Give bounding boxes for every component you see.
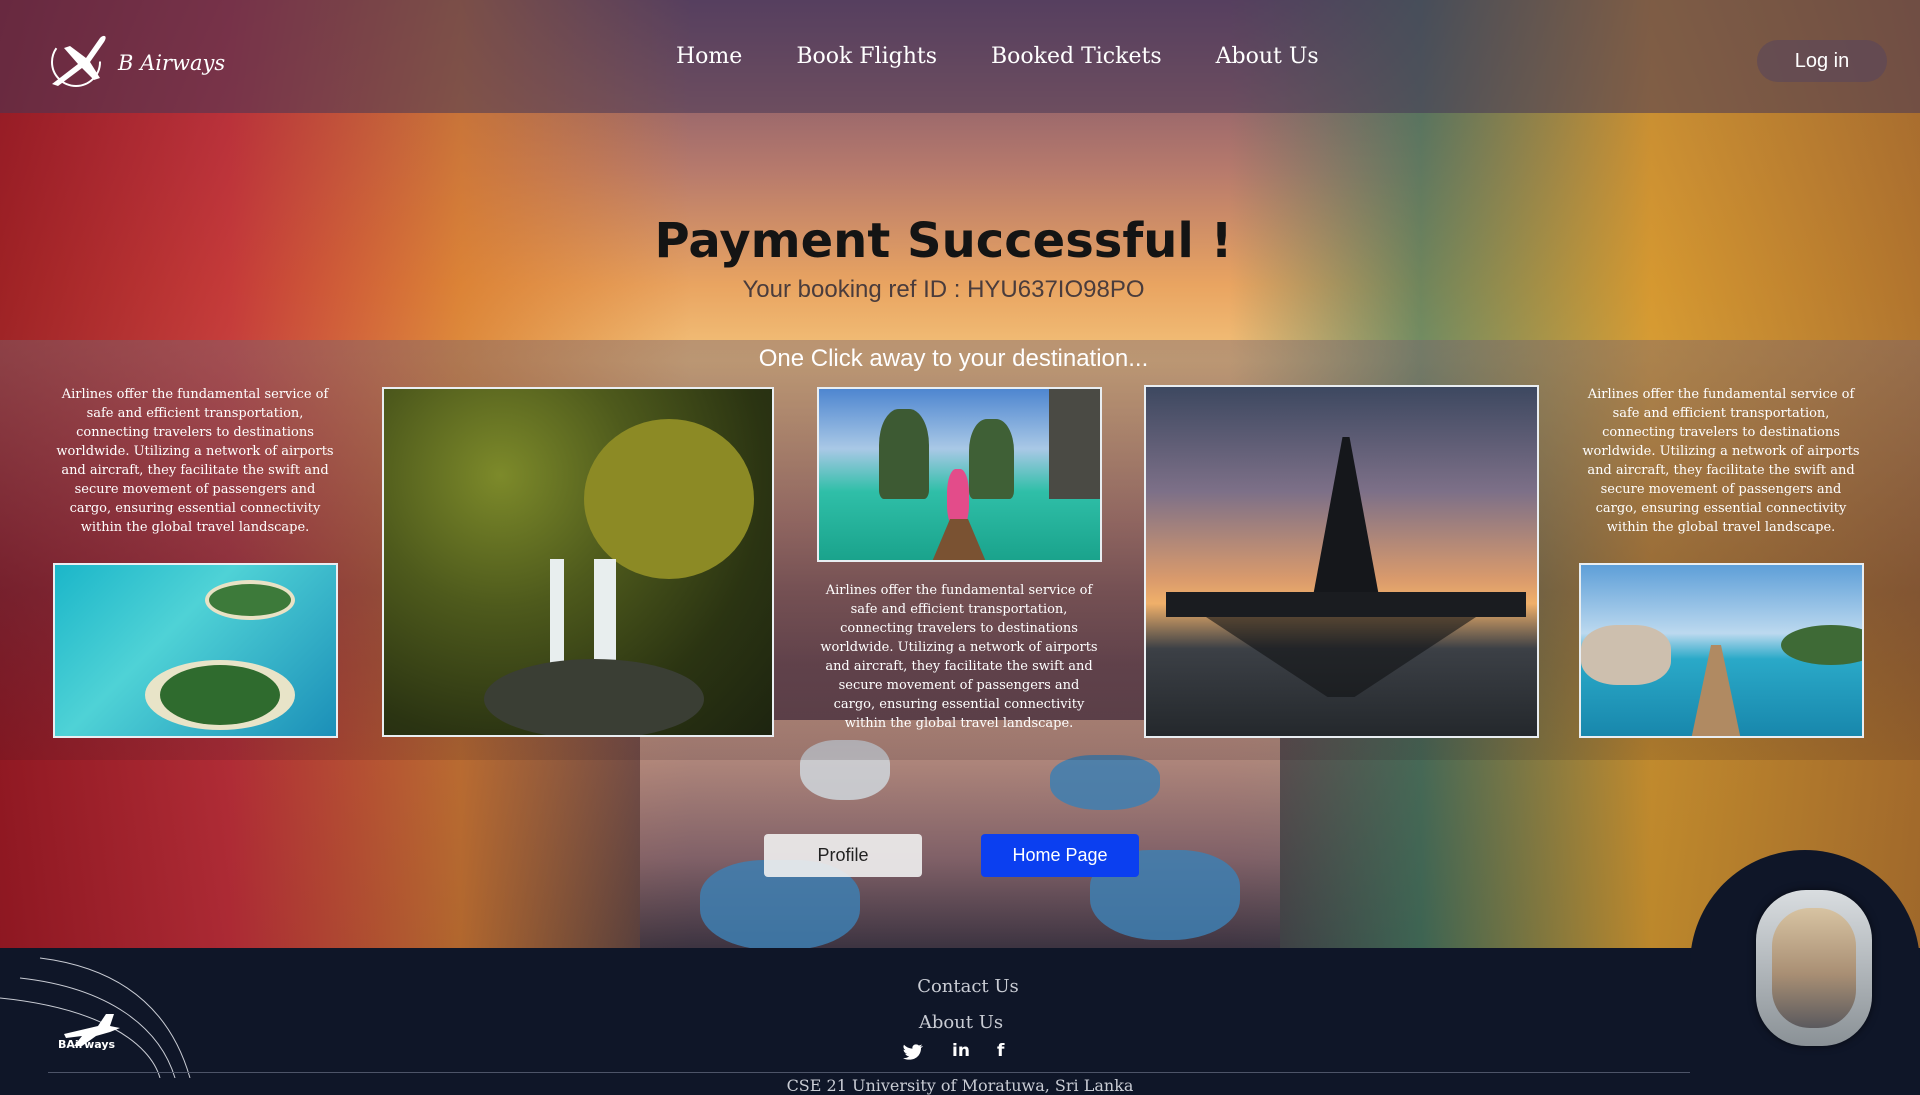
plane-window-city-view [1772, 908, 1856, 1028]
photo-lake-boat [817, 387, 1102, 562]
description-center: Airlines offer the fundamental service o… [820, 583, 1098, 731]
photo-pier [1579, 563, 1864, 738]
airplane-logo-icon [51, 35, 106, 87]
twitter-icon[interactable] [903, 1044, 923, 1065]
linkedin-icon[interactable]: in [952, 1041, 970, 1061]
nav-about-us[interactable]: About Us [1216, 44, 1319, 69]
home-page-button[interactable]: Home Page [981, 834, 1139, 877]
profile-button[interactable]: Profile [764, 834, 922, 877]
login-button[interactable]: Log in [1757, 40, 1887, 82]
main-nav: Home Book Flights Booked Tickets About U… [676, 44, 1319, 69]
brand-logo[interactable]: B Airways [44, 28, 225, 92]
footer-divider [48, 1072, 1868, 1073]
nav-book-flights[interactable]: Book Flights [796, 44, 937, 69]
tagline: One Click away to your destination... [758, 345, 1149, 372]
footer-about-link[interactable]: About Us [861, 1012, 1061, 1033]
brand-name: B Airways [118, 51, 226, 75]
photo-island-aerial [53, 563, 338, 738]
footer-contact-link[interactable]: Contact Us [868, 976, 1068, 997]
nav-booked-tickets[interactable]: Booked Tickets [991, 44, 1162, 69]
footer-brand: BAirways [58, 1038, 116, 1051]
nav-home[interactable]: Home [676, 44, 742, 69]
photo-waterfall [382, 387, 774, 737]
facebook-icon[interactable]: f [997, 1041, 1004, 1061]
booking-ref: Your booking ref ID : HYU637IO98PO [742, 276, 1145, 303]
photo-temple [1144, 385, 1539, 738]
page-title: Payment Successful ! [654, 213, 1233, 269]
top-header: B Airways Home Book Flights Booked Ticke… [0, 0, 1920, 113]
copyright-text: CSE 21 University of Moratuwa, Sri Lanka [786, 1076, 1134, 1095]
boat-decoration [1050, 755, 1160, 810]
description-right: Airlines offer the fundamental service o… [1582, 387, 1860, 535]
description-left: Airlines offer the fundamental service o… [56, 387, 334, 535]
